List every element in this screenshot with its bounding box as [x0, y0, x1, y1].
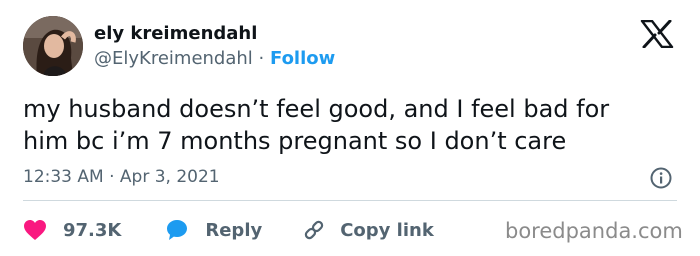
- like-button[interactable]: 97.3K: [23, 219, 121, 241]
- tweet-date: Apr 3, 2021: [119, 167, 220, 187]
- speech-bubble-icon: [167, 220, 188, 240]
- tweet-text: my husband doesn’t feel good, and I feel…: [23, 93, 683, 157]
- x-logo-icon[interactable]: [640, 20, 674, 48]
- info-icon[interactable]: [650, 167, 672, 189]
- heart-icon: [24, 220, 46, 240]
- reply-label: Reply: [205, 219, 263, 241]
- tweet-timestamp[interactable]: 12:33 AM · Apr 3, 2021: [23, 166, 220, 188]
- link-icon: [305, 220, 324, 240]
- tweet-time: 12:33 AM: [23, 167, 104, 187]
- avatar[interactable]: [23, 16, 83, 76]
- watermark: boredpanda.com: [505, 219, 683, 243]
- like-count: 97.3K: [63, 219, 122, 241]
- tweet-text-line-1: my husband doesn’t feel good, and I feel…: [23, 95, 610, 123]
- handle-separator: ·: [258, 48, 265, 69]
- reply-button[interactable]: Reply: [165, 218, 262, 242]
- action-bar: 97.3K Reply Copy link: [23, 217, 434, 243]
- author-name[interactable]: ely kreimendahl: [94, 23, 257, 45]
- divider: [23, 200, 677, 201]
- copy-link-button[interactable]: Copy link: [302, 218, 434, 242]
- author-handle[interactable]: @ElyKreimendahl: [94, 48, 253, 69]
- tweet-text-line-2: him bc i’m 7 months pregnant so I don’t …: [23, 127, 567, 155]
- follow-button[interactable]: Follow: [270, 48, 335, 69]
- author-handle-row: @ElyKreimendahl · Follow: [94, 48, 335, 70]
- avatar-photo: [23, 16, 83, 76]
- timestamp-separator: ·: [109, 167, 115, 187]
- copy-link-label: Copy link: [340, 219, 434, 241]
